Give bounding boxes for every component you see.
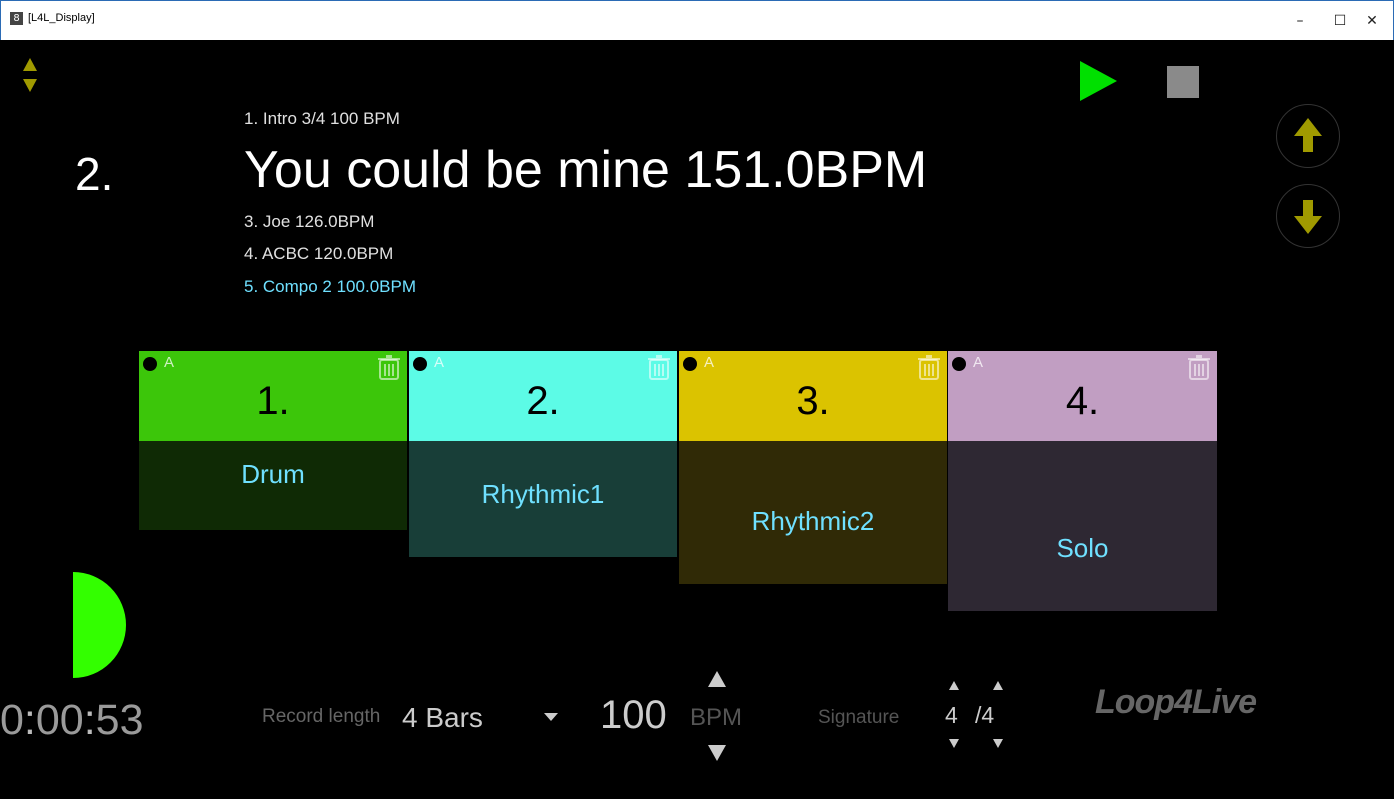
record-length-dropdown[interactable] <box>543 712 559 722</box>
metronome-indicator <box>73 572 126 678</box>
track-name: Drum <box>241 459 305 489</box>
arrow-up-icon <box>1294 118 1322 152</box>
track-name: Rhythmic1 <box>481 479 605 509</box>
arrow-up-icon <box>949 681 959 690</box>
arrow-up-icon <box>993 681 1003 690</box>
track-number: 2. <box>526 379 560 423</box>
elapsed-timer: 0:00:53 <box>0 696 144 744</box>
trash-icon[interactable] <box>917 355 941 381</box>
timer-hours: 0 <box>0 696 24 744</box>
track-1-header[interactable]: A 1. <box>139 351 407 441</box>
window-titlebar: 8 [L4L_Display] – ☐ ✕ <box>0 0 1394 40</box>
tempo-unit: BPM <box>690 704 743 731</box>
track-name: Rhythmic2 <box>751 506 875 536</box>
next-song-button[interactable] <box>1276 184 1340 248</box>
signature-num-up[interactable] <box>949 681 959 690</box>
track-2-header[interactable]: A 2. <box>409 351 677 441</box>
signature-den-up[interactable] <box>993 681 1003 690</box>
setlist-scroll-arrows[interactable] <box>22 55 38 95</box>
timer-minutes: 00 <box>35 696 84 744</box>
trash-icon[interactable] <box>1187 355 1211 381</box>
tempo-value[interactable]: 100 <box>600 693 667 738</box>
setlist-previous-song[interactable]: 1. Intro 3/4 100 BPM <box>244 109 400 129</box>
timer-seconds: 53 <box>95 696 144 744</box>
signature-denominator: /4 <box>975 702 995 728</box>
record-arm-icon[interactable] <box>143 357 157 371</box>
setlist-next-song[interactable]: 3. Joe 126.0BPM <box>244 212 374 232</box>
close-button[interactable]: ✕ <box>1349 7 1394 35</box>
trash-icon[interactable] <box>647 355 671 381</box>
tempo-up-button[interactable] <box>708 671 726 687</box>
track-1-body[interactable]: Drum <box>139 441 407 530</box>
setlist-next-song-highlighted[interactable]: 5. Compo 2 100.0BPM <box>244 277 416 297</box>
track-4-header[interactable]: A 4. <box>948 351 1217 441</box>
arrow-down-icon <box>708 745 726 761</box>
setlist-next-song[interactable]: 4. ACBC 120.0BPM <box>244 244 393 264</box>
track-number: 4. <box>1065 379 1100 423</box>
arrow-down-icon <box>949 739 959 748</box>
track-name: Solo <box>1056 533 1109 563</box>
record-length-value[interactable]: 4 Bars <box>402 702 483 734</box>
track-4-body[interactable]: Solo <box>948 441 1217 611</box>
record-arm-icon[interactable] <box>683 357 697 371</box>
signature-den-down[interactable] <box>993 739 1003 748</box>
tempo-down-button[interactable] <box>708 745 726 761</box>
record-arm-icon[interactable] <box>413 357 427 371</box>
play-button[interactable] <box>1079 60 1119 102</box>
record-arm-icon[interactable] <box>952 357 966 371</box>
track-number: 3. <box>796 379 830 423</box>
arrow-down-icon <box>993 739 1003 748</box>
track-flag[interactable]: A <box>164 354 174 371</box>
track-2-body[interactable]: Rhythmic1 <box>409 441 677 557</box>
current-song-number: 2. <box>75 148 114 200</box>
scroll-down-icon <box>23 79 37 92</box>
signature-label: Signature <box>818 707 900 728</box>
stop-button[interactable] <box>1167 66 1199 98</box>
signature-num-down[interactable] <box>949 739 959 748</box>
track-flag[interactable]: A <box>434 354 444 371</box>
track-3-body[interactable]: Rhythmic2 <box>679 441 947 584</box>
arrow-down-icon <box>1294 200 1322 234</box>
current-song-title: You could be mine 151.0BPM <box>244 141 928 199</box>
track-flag[interactable]: A <box>704 354 714 371</box>
track-number: 1. <box>256 379 290 423</box>
trash-icon[interactable] <box>377 355 401 381</box>
app-icon: 8 <box>10 12 23 25</box>
record-length-label: Record length <box>262 706 381 727</box>
signature-numerator: 4 <box>945 702 958 728</box>
arrow-up-icon <box>708 671 726 687</box>
loop4live-logo: Loop4Live <box>1095 683 1257 721</box>
scroll-up-icon <box>23 58 37 71</box>
track-3-header[interactable]: A 3. <box>679 351 947 441</box>
chevron-down-icon <box>544 713 558 721</box>
play-icon <box>1080 61 1117 101</box>
track-flag[interactable]: A <box>973 354 983 371</box>
window-title: [L4L_Display] <box>28 12 95 24</box>
previous-song-button[interactable] <box>1276 104 1340 168</box>
